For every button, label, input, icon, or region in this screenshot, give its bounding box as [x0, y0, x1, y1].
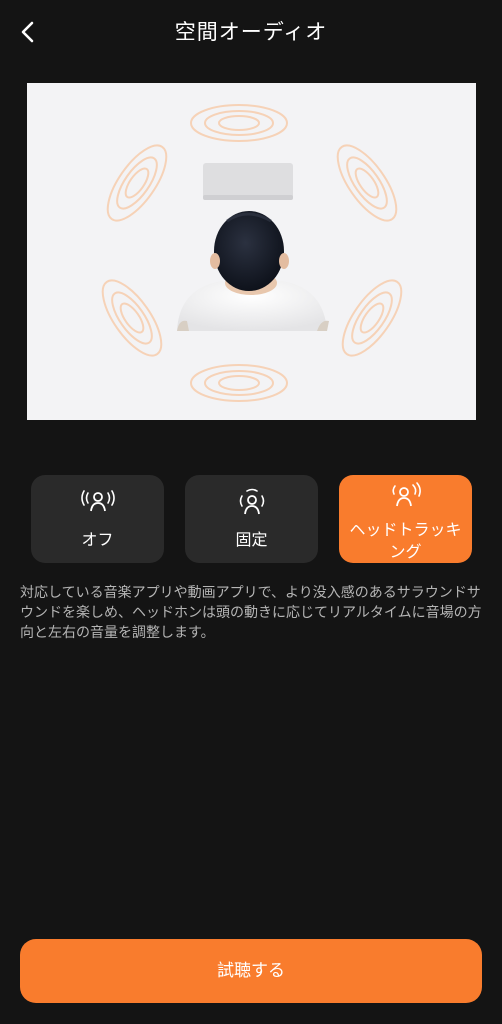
mode-description: 対応している音楽アプリや動画アプリで、より没入感のあるサラウンドサウンドを楽しめ… [20, 585, 482, 641]
mode-fixed-label: 固定 [235, 530, 268, 549]
mode-off-button[interactable]: オフ [31, 475, 164, 563]
spatial-audio-illustration [27, 83, 476, 420]
mode-fixed-button[interactable]: 固定 [185, 475, 318, 563]
page-title: 空間オーディオ [174, 20, 328, 44]
listener-figure [177, 211, 329, 331]
mode-off-label: オフ [81, 530, 114, 549]
header: 空間オーディオ [0, 0, 502, 64]
mode-head-tracking-button[interactable]: ヘッドトラッキング [339, 475, 472, 563]
sound-waves-person-icon [80, 490, 115, 512]
trial-listen-button[interactable]: 試聴する [20, 939, 482, 1003]
screen-panel [203, 163, 293, 200]
fixed-sound-person-icon [239, 488, 264, 515]
mode-head-tracking-label: ヘッドトラッキング [349, 520, 462, 561]
mode-selector: オフ 固定 ヘッドトラッキング [31, 475, 472, 563]
head-tracking-person-icon [391, 482, 421, 507]
